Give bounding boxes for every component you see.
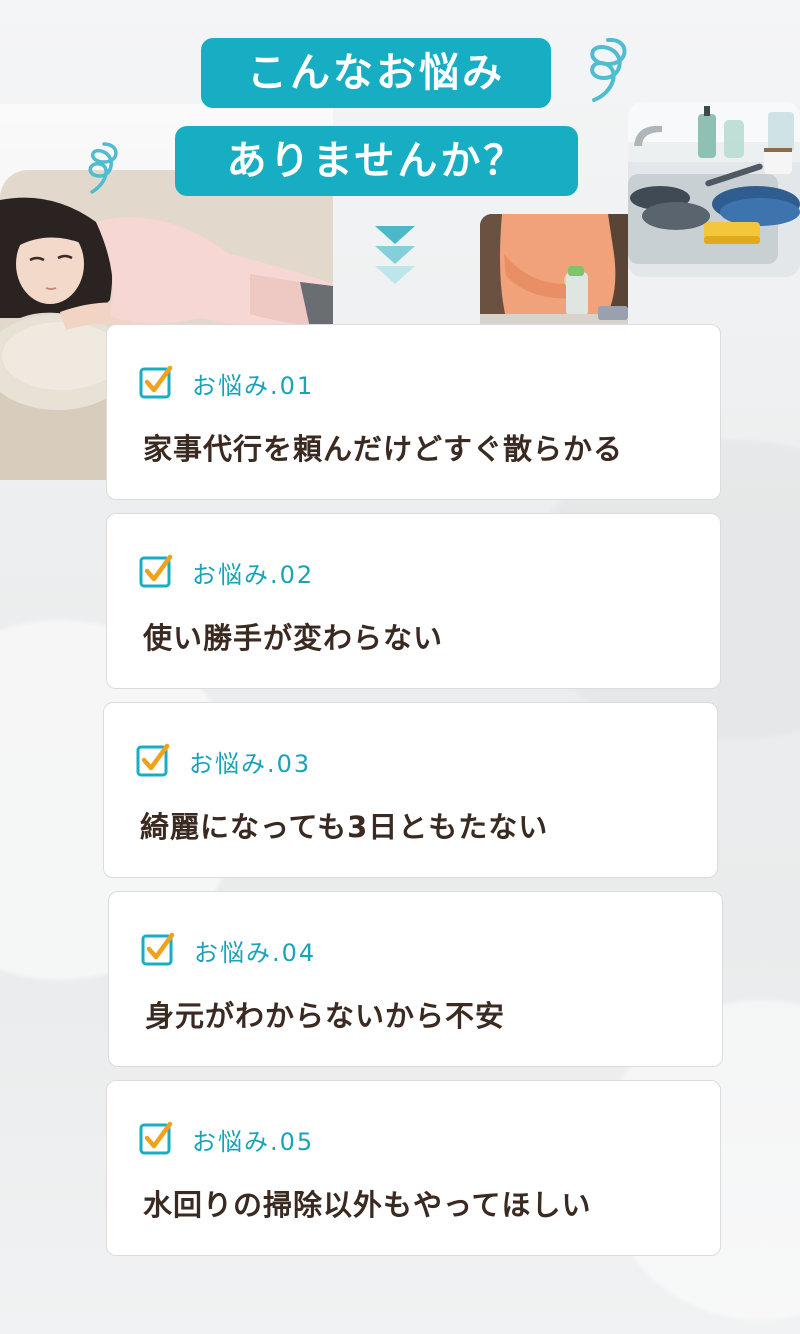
worry-text: 使い勝手が変わらない (143, 621, 444, 655)
worry-number: お悩み.03 (189, 750, 312, 778)
worry-card: お悩み.05 水回りの掃除以外もやってほしい (106, 1080, 721, 1256)
worry-card: お悩み.01 家事代行を頼んだけどすぐ散らかる (106, 324, 721, 500)
swirl-decoration-icon (590, 37, 627, 102)
headline-line-2: ありませんか？ (175, 126, 578, 196)
checkbox-checked-icon (139, 1121, 173, 1155)
checkbox-checked-icon (141, 932, 175, 966)
checkbox-checked-icon (139, 365, 173, 399)
worry-card: お悩み.04 身元がわからないから不安 (108, 891, 723, 1067)
checkbox-checked-icon (139, 554, 173, 588)
headline-line-1: こんなお悩み (201, 38, 551, 108)
worry-card: お悩み.02 使い勝手が変わらない (106, 513, 721, 689)
dirty-dishes-in-sink-photo (628, 102, 800, 277)
worry-number: お悩み.01 (192, 372, 315, 400)
worry-number: お悩み.02 (192, 561, 315, 589)
worry-number: お悩み.05 (192, 1128, 315, 1156)
swirl-decoration-icon (88, 142, 118, 194)
person-cleaning-with-spray-photo (480, 214, 628, 326)
worry-number: お悩み.04 (194, 939, 317, 967)
worry-card: お悩み.03 綺麗になっても3日ともたない (103, 702, 718, 878)
chevron-down-icon (375, 226, 415, 284)
worry-text: 家事代行を頼んだけどすぐ散らかる (143, 432, 624, 466)
worry-text: 水回りの掃除以外もやってほしい (143, 1188, 592, 1222)
worry-text: 身元がわからないから不安 (145, 999, 506, 1033)
checkbox-checked-icon (136, 743, 170, 777)
worries-section: こんなお悩み ありませんか？ お悩み.01 家事代行を頼んだけどすぐ散らかる お… (0, 0, 800, 1334)
worry-text: 綺麗になっても3日ともたない (140, 810, 549, 844)
